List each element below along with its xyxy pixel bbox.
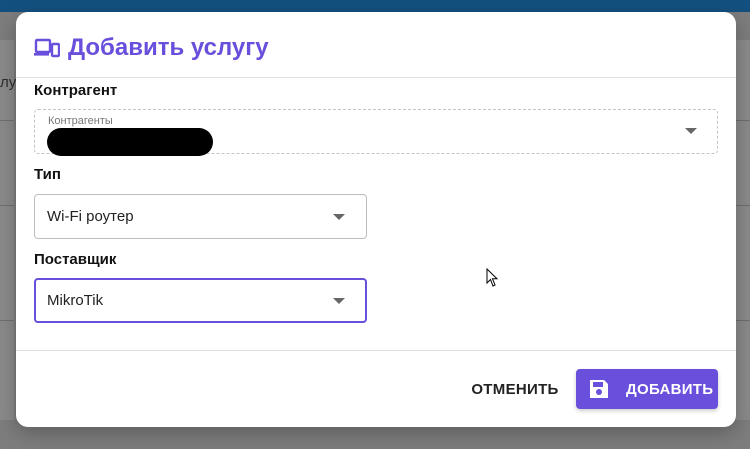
- background-text-fragment: лу: [0, 74, 17, 91]
- background-card-left: [0, 40, 14, 420]
- add-button[interactable]: ДОБАВИТЬ: [576, 369, 718, 409]
- contractor-floating-label: Контрагенты: [48, 115, 113, 127]
- dialog-title: Добавить услугу: [68, 34, 269, 61]
- cancel-button[interactable]: ОТМЕНИТЬ: [468, 372, 562, 406]
- add-service-dialog: Добавить услугу Контрагент Контрагенты Т…: [16, 12, 736, 427]
- redacted-value: [47, 128, 213, 156]
- background-divider: [0, 320, 14, 321]
- add-button-label: ДОБАВИТЬ: [626, 381, 714, 398]
- devices-icon: [34, 38, 60, 58]
- chevron-down-icon[interactable]: [333, 214, 345, 220]
- contractor-select[interactable]: Контрагенты: [34, 109, 718, 156]
- dialog-header: Добавить услугу: [16, 12, 736, 78]
- supplier-select[interactable]: MikroTik: [34, 278, 367, 323]
- dialog-footer-divider: [16, 350, 736, 351]
- chevron-down-icon[interactable]: [685, 128, 697, 134]
- type-select[interactable]: Wi-Fi роутер: [34, 194, 367, 239]
- app-top-bar: [0, 0, 750, 12]
- mouse-cursor-icon: [486, 268, 499, 287]
- background-divider: [736, 120, 750, 121]
- background-divider: [0, 120, 14, 121]
- supplier-select-value: MikroTik: [47, 292, 104, 309]
- contractor-section-label: Контрагент: [34, 82, 118, 99]
- supplier-section-label: Поставщик: [34, 251, 117, 268]
- chevron-down-icon[interactable]: [333, 298, 345, 304]
- save-icon: [590, 380, 608, 398]
- background-card-right: [736, 40, 750, 420]
- background-divider: [736, 320, 750, 321]
- type-select-value: Wi-Fi роутер: [47, 208, 134, 225]
- type-section-label: Тип: [34, 166, 61, 183]
- background-divider: [736, 205, 750, 206]
- background-divider: [0, 205, 14, 206]
